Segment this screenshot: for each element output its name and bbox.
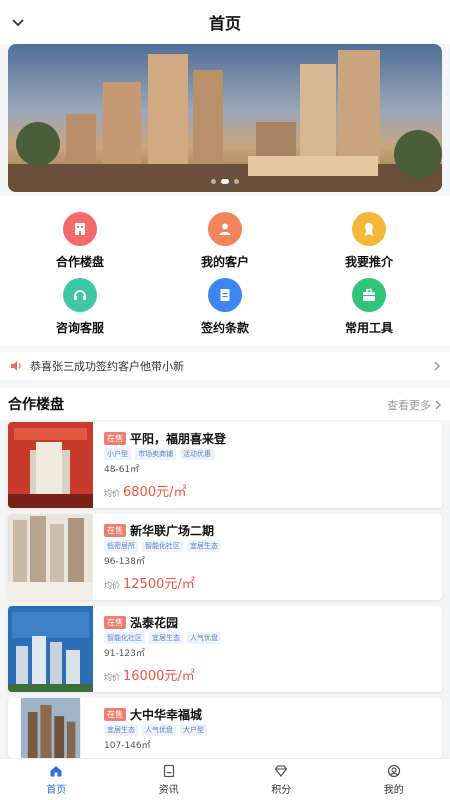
property-tag: 智能化社区 (142, 540, 183, 552)
property-name-row: 在售 泓泰花园 (104, 614, 178, 631)
chevron-right-icon (434, 361, 441, 371)
status-badge: 在售 (104, 616, 126, 629)
tab-news[interactable]: 资讯 (113, 759, 226, 800)
menu-label: 签约条款 (200, 321, 249, 335)
property-tag: 大户型 (180, 724, 207, 736)
property-price: 12500元/㎡ (123, 577, 195, 592)
property-tags: 智能化社区 宜居生态 人气优盘 (104, 632, 221, 644)
medal-icon (352, 212, 386, 246)
menu-item-customer-service[interactable]: 咨询客服 (35, 278, 125, 336)
price-label: 均价 (104, 489, 120, 498)
property-tag: 宜居生态 (187, 540, 221, 552)
property-price: 6800元/㎡ (123, 485, 187, 500)
property-tag: 市场卖商铺 (135, 448, 176, 460)
menu-item-partner-projects[interactable]: 合作楼盘 (35, 212, 125, 270)
property-thumbnail (8, 514, 93, 600)
tab-points[interactable]: 积分 (225, 759, 338, 800)
property-tag: 智能化社区 (104, 632, 145, 644)
news-icon (163, 764, 174, 777)
document-icon (208, 278, 242, 312)
banner-carousel[interactable] (8, 44, 442, 192)
user-icon (208, 212, 242, 246)
speaker-icon (11, 361, 21, 371)
building-icon (63, 212, 97, 246)
section-header: 合作楼盘 查看更多 (0, 388, 450, 420)
property-area: 91-123㎡ (104, 649, 145, 659)
view-more-label: 查看更多 (387, 399, 431, 412)
property-tags: 小户型 市场卖商铺 活动优惠 (104, 448, 214, 460)
price-label: 均价 (104, 673, 120, 682)
property-tags: 宜居生态 人气优盘 大户型 (104, 724, 207, 736)
menu-label: 咨询客服 (55, 321, 104, 335)
property-tags: 低密居所 智能化社区 宜居生态 (104, 540, 221, 552)
tab-home[interactable]: 首页 (0, 759, 113, 800)
status-badge: 在售 (104, 524, 126, 537)
price-row: 均价 12500元/㎡ (104, 573, 195, 592)
menu-item-my-clients[interactable]: 我的客户 (180, 212, 270, 270)
property-name-row: 在售 大中华幸福城 (104, 706, 202, 723)
property-card[interactable]: 在售 大中华幸福城 宜居生态 人气优盘 大户型 107-146㎡ (8, 698, 442, 758)
toolbox-icon (352, 278, 386, 312)
top-bar: 首页 (0, 0, 450, 44)
headset-icon (63, 278, 97, 312)
property-thumbnail (8, 422, 93, 508)
property-name: 大中华幸福城 (130, 708, 203, 722)
chevron-right-icon (435, 400, 441, 410)
property-tag: 人气优盘 (142, 724, 176, 736)
status-badge: 在售 (104, 432, 126, 445)
menu-label: 我要推介 (344, 255, 393, 269)
property-card[interactable]: 在售 平阳，福朋喜来登 小户型 市场卖商铺 活动优惠 48-61㎡ 均价 680… (8, 422, 442, 508)
tab-mine[interactable]: 我的 (338, 759, 450, 800)
carousel-dot[interactable] (211, 179, 216, 184)
property-tag: 宜居生态 (104, 724, 138, 736)
quick-menu: 合作楼盘 我的客户 我要推介 咨询客服 签约条款 常用工具 (0, 196, 450, 346)
tab-label: 我的 (383, 784, 404, 796)
home-icon (50, 765, 62, 776)
carousel-dots (211, 179, 239, 184)
property-tag: 人气优盘 (187, 632, 221, 644)
property-area: 107-146㎡ (104, 741, 151, 751)
property-name: 新华联广场二期 (130, 524, 215, 538)
menu-item-contract-terms[interactable]: 签约条款 (180, 278, 270, 336)
diamond-icon (274, 764, 288, 777)
property-name-row: 在售 新华联广场二期 (104, 522, 214, 539)
property-name-row: 在售 平阳，福朋喜来登 (104, 430, 226, 447)
property-thumbnail (8, 606, 93, 692)
menu-label: 合作楼盘 (55, 255, 104, 269)
view-more-link[interactable]: 查看更多 (387, 397, 442, 413)
menu-label: 常用工具 (344, 321, 393, 335)
carousel-dot[interactable] (234, 179, 239, 184)
property-tag: 低密居所 (104, 540, 138, 552)
section-title: 合作楼盘 (8, 397, 64, 413)
property-tag: 小户型 (104, 448, 131, 460)
notice-bar[interactable]: 恭喜张三成功签约客户他带小新 (0, 352, 450, 380)
property-area: 48-61㎡ (104, 465, 140, 475)
property-thumbnail (20, 698, 81, 758)
status-badge: 在售 (104, 708, 126, 721)
tab-label: 积分 (271, 784, 292, 796)
menu-item-tools[interactable]: 常用工具 (324, 278, 414, 336)
menu-item-recommend[interactable]: 我要推介 (324, 212, 414, 270)
price-row: 均价 16000元/㎡ (104, 665, 195, 684)
notice-text: 恭喜张三成功签约客户他带小新 (30, 360, 184, 373)
tab-label: 资讯 (158, 784, 179, 796)
property-price: 16000元/㎡ (123, 669, 195, 684)
property-name: 平阳，福朋喜来登 (130, 432, 227, 446)
price-label: 均价 (104, 581, 120, 590)
property-card[interactable]: 在售 泓泰花园 智能化社区 宜居生态 人气优盘 91-123㎡ 均价 16000… (8, 606, 442, 692)
menu-label: 我的客户 (200, 255, 249, 269)
tab-label: 首页 (46, 784, 67, 796)
price-row: 均价 6800元/㎡ (104, 481, 186, 500)
profile-icon (387, 764, 400, 777)
chevron-down-icon[interactable] (10, 14, 26, 30)
page-title: 首页 (208, 14, 241, 33)
property-name: 泓泰花园 (130, 616, 179, 630)
banner-image (8, 50, 442, 192)
property-tag: 宜居生态 (149, 632, 183, 644)
property-area: 96-138㎡ (104, 557, 145, 567)
property-card[interactable]: 在售 新华联广场二期 低密居所 智能化社区 宜居生态 96-138㎡ 均价 12… (8, 514, 442, 600)
bottom-tab-bar: 首页 资讯 积分 我的 (0, 758, 450, 800)
carousel-dot[interactable] (221, 179, 229, 184)
property-tag: 活动优惠 (180, 448, 214, 460)
